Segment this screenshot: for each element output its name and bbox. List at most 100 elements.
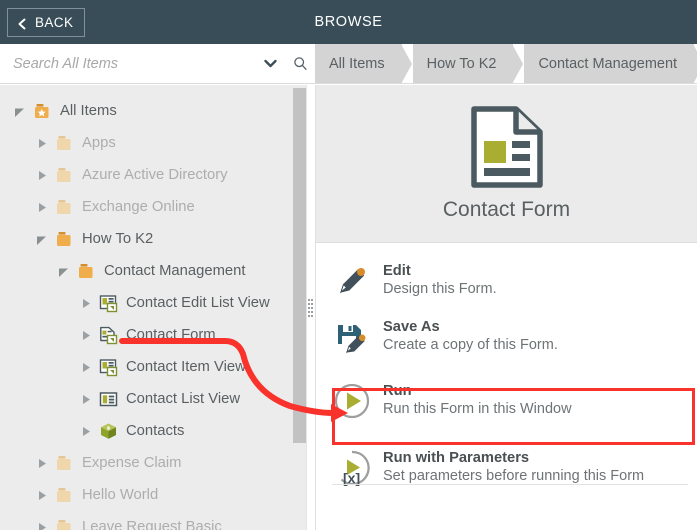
tree-item-label: Contact Edit List View xyxy=(126,295,270,311)
view-icon xyxy=(96,356,120,378)
folder-icon xyxy=(74,260,98,282)
form-icon xyxy=(96,324,120,346)
list-divider xyxy=(332,484,688,485)
folder-icon xyxy=(52,132,76,154)
action-title: Save As xyxy=(383,319,440,335)
action-run[interactable]: Run Run this Form in this Window xyxy=(316,373,697,429)
action-title: Run with Parameters xyxy=(383,450,530,466)
tree-item-label: Contacts xyxy=(126,423,185,439)
tree-item-label: Contact Form xyxy=(126,327,216,343)
items-tree-panel: All Items Apps Azure Active Directory Excha… xyxy=(0,85,315,530)
tree-item-leave-request-basic[interactable]: Leave Request Basic xyxy=(0,511,315,530)
tree-item-label: Contact Item View xyxy=(126,359,246,375)
tree-scrollbar-thumb[interactable] xyxy=(293,88,306,443)
breadcrumb-label: Contact Management xyxy=(538,55,678,72)
action-text: Save As Create a copy of this Form. xyxy=(383,317,558,355)
twisty-collapsed-icon[interactable] xyxy=(74,297,96,310)
tree-item-label: Apps xyxy=(82,135,116,151)
twisty-collapsed-icon[interactable] xyxy=(74,393,96,406)
action-title: Edit xyxy=(383,263,411,279)
k2-designer-browse-window: BACK BROWSE All Items How To K2 Contact … xyxy=(0,0,697,530)
folder-star-icon xyxy=(30,100,54,122)
tree-item-contact-management[interactable]: Contact Management xyxy=(0,255,315,287)
twisty-expanded-icon[interactable] xyxy=(30,233,52,246)
folder-icon xyxy=(52,452,76,474)
tree-item-contact-item-view[interactable]: Contact Item View xyxy=(0,351,315,383)
action-text: Run Run this Form in this Window xyxy=(383,381,572,419)
tree-item-how-to-k2[interactable]: How To K2 xyxy=(0,223,315,255)
twisty-collapsed-icon[interactable] xyxy=(74,425,96,438)
twisty-collapsed-icon[interactable] xyxy=(30,137,52,150)
breadcrumb: All Items How To K2 Contact Management xyxy=(315,44,697,84)
twisty-collapsed-icon[interactable] xyxy=(30,489,52,502)
play-icon xyxy=(332,381,372,421)
action-list: Edit Design this Form. Save As Create a … xyxy=(316,243,697,496)
tree-item-label: All Items xyxy=(60,103,117,119)
twisty-collapsed-icon[interactable] xyxy=(30,521,52,530)
back-button[interactable]: BACK xyxy=(7,8,86,37)
chevron-left-icon xyxy=(16,17,28,29)
tree-item-contact-form[interactable]: Contact Form xyxy=(0,319,315,351)
items-tree: All Items Apps Azure Active Directory Excha… xyxy=(0,85,315,530)
view-icon xyxy=(96,292,120,314)
tree-item-hello-world[interactable]: Hello World xyxy=(0,479,315,511)
tree-item-label: Contact Management xyxy=(104,263,246,279)
action-text: Edit Design this Form. xyxy=(383,261,497,299)
action-title: Run xyxy=(383,383,412,399)
play-parameters-icon: [x] xyxy=(332,448,372,488)
folder-icon xyxy=(52,196,76,218)
twisty-collapsed-icon[interactable] xyxy=(74,361,96,374)
search-input[interactable] xyxy=(0,55,255,72)
action-description: Create a copy of this Form. xyxy=(383,337,558,354)
folder-icon xyxy=(52,516,76,530)
twisty-expanded-icon[interactable] xyxy=(8,105,30,118)
action-text: Run with Parameters Set parameters befor… xyxy=(383,448,644,486)
breadcrumb-item-1[interactable]: How To K2 xyxy=(412,44,527,83)
breadcrumb-label: All Items xyxy=(329,55,385,72)
panel-resize-grip-icon[interactable] xyxy=(307,297,314,319)
action-description: Run this Form in this Window xyxy=(383,401,572,418)
action-description: Design this Form. xyxy=(383,281,497,298)
top-bar: BACK BROWSE xyxy=(0,0,697,44)
back-label: BACK xyxy=(35,15,74,30)
tree-item-exchange-online[interactable]: Exchange Online xyxy=(0,191,315,223)
form-large-icon xyxy=(470,105,544,194)
tree-item-label: Azure Active Directory xyxy=(82,167,228,183)
twisty-expanded-icon[interactable] xyxy=(52,265,74,278)
action-run-with-parameters[interactable]: [x] Run with Parameters Set parameters b… xyxy=(316,440,697,496)
breadcrumb-item-2[interactable]: Contact Management xyxy=(524,44,697,83)
folder-icon xyxy=(52,228,76,250)
tree-item-contact-edit-list-view[interactable]: Contact Edit List View xyxy=(0,287,315,319)
tree-item-apps[interactable]: Apps xyxy=(0,127,315,159)
action-save-as[interactable]: Save As Create a copy of this Form. xyxy=(316,309,697,365)
detail-header: Contact Form xyxy=(316,85,697,243)
smartobject-cube-icon xyxy=(96,420,120,442)
list-view-icon xyxy=(96,388,120,410)
twisty-collapsed-icon[interactable] xyxy=(30,201,52,214)
search-bar xyxy=(0,44,315,84)
tree-item-contacts[interactable]: Contacts xyxy=(0,415,315,447)
breadcrumb-label: How To K2 xyxy=(426,55,497,72)
page-title: BROWSE xyxy=(314,14,383,30)
tree-item-all-items[interactable]: All Items xyxy=(0,95,315,127)
twisty-collapsed-icon[interactable] xyxy=(30,457,52,470)
action-edit[interactable]: Edit Design this Form. xyxy=(316,253,697,309)
folder-icon xyxy=(52,484,76,506)
detail-title: Contact Form xyxy=(442,198,571,221)
tree-item-label: How To K2 xyxy=(82,231,154,247)
tree-item-label: Leave Request Basic xyxy=(82,519,222,530)
tree-item-label: Expense Claim xyxy=(82,455,182,471)
breadcrumb-item-0[interactable]: All Items xyxy=(315,44,415,83)
tree-item-label: Hello World xyxy=(82,487,159,503)
twisty-collapsed-icon[interactable] xyxy=(74,329,96,342)
tree-item-label: Exchange Online xyxy=(82,199,195,215)
tree-item-expense-claim[interactable]: Expense Claim xyxy=(0,447,315,479)
chevron-down-icon[interactable] xyxy=(255,44,285,84)
detail-panel: Contact Form Edit Design this Form. Save… xyxy=(315,85,697,530)
twisty-collapsed-icon[interactable] xyxy=(30,169,52,182)
tree-item-contact-list-view[interactable]: Contact List View xyxy=(0,383,315,415)
pencil-icon xyxy=(332,261,372,301)
tree-item-azure-active-directory[interactable]: Azure Active Directory xyxy=(0,159,315,191)
save-as-icon xyxy=(332,317,372,357)
magnifier-icon[interactable] xyxy=(285,44,315,84)
